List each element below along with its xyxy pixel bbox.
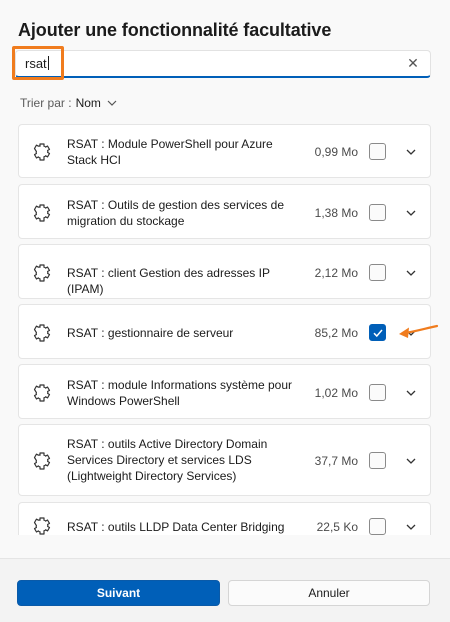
feature-label: RSAT : outils LLDP Data Center Bridging xyxy=(67,520,285,534)
feature-size: 1,02 Mo xyxy=(314,386,358,400)
feature-checkbox-checked[interactable] xyxy=(369,324,386,341)
close-icon[interactable]: ✕ xyxy=(405,54,421,72)
feature-label: RSAT : outils Active Directory Domain Se… xyxy=(67,437,268,483)
feature-label: RSAT : gestionnaire de serveur xyxy=(67,326,234,340)
feature-item[interactable]: RSAT : outils LLDP Data Center Bridging … xyxy=(18,502,431,535)
feature-checkbox[interactable] xyxy=(369,452,386,469)
feature-size: 85,2 Mo xyxy=(314,326,358,340)
feature-checkbox[interactable] xyxy=(369,264,386,281)
feature-label: RSAT : client Gestion des adresses IP (I… xyxy=(67,266,270,296)
feature-label: RSAT : Module PowerShell pour Azure Stac… xyxy=(67,137,273,167)
feature-item[interactable]: RSAT : Module PowerShell pour Azure Stac… xyxy=(18,124,431,178)
cancel-button[interactable]: Annuler xyxy=(228,580,430,606)
text-caret xyxy=(47,56,49,70)
feature-size: 37,7 Mo xyxy=(314,454,358,468)
chevron-down-icon[interactable] xyxy=(404,266,418,280)
feature-size: 0,99 Mo xyxy=(314,145,358,159)
chevron-down-icon[interactable] xyxy=(404,520,418,534)
feature-size: 22,5 Ko xyxy=(316,520,358,534)
optional-features-dialog: Ajouter une fonctionnalité facultative r… xyxy=(0,0,450,622)
feature-label: RSAT : Outils de gestion des services de… xyxy=(67,198,284,228)
chevron-down-icon[interactable] xyxy=(404,206,418,220)
dialog-footer: Suivant Annuler xyxy=(0,558,450,622)
chevron-down-icon[interactable] xyxy=(404,326,418,340)
feature-item[interactable]: RSAT : module Informations système pour … xyxy=(18,364,431,419)
puzzle-gear-icon xyxy=(33,143,51,161)
dialog-title: Ajouter une fonctionnalité facultative xyxy=(18,20,332,40)
puzzle-gear-icon xyxy=(33,204,51,222)
puzzle-gear-icon xyxy=(33,452,51,470)
search-field[interactable]: rsat ✕ xyxy=(15,50,431,78)
feature-item[interactable]: RSAT : outils Active Directory Domain Se… xyxy=(18,424,431,496)
feature-item[interactable]: RSAT : Outils de gestion des services de… xyxy=(18,184,431,239)
feature-checkbox[interactable] xyxy=(369,384,386,401)
puzzle-gear-icon xyxy=(33,324,51,342)
sort-value: Nom xyxy=(75,96,101,110)
puzzle-gear-icon xyxy=(33,384,51,402)
sort-label: Trier par : xyxy=(20,96,72,110)
search-input-value: rsat xyxy=(25,56,47,71)
feature-size: 2,12 Mo xyxy=(314,266,358,280)
chevron-down-icon[interactable] xyxy=(404,454,418,468)
feature-size: 1,38 Mo xyxy=(314,206,358,220)
sort-control[interactable]: Trier par : Nom xyxy=(20,96,119,110)
feature-item[interactable]: RSAT : gestionnaire de serveur 85,2 Mo xyxy=(18,304,431,359)
feature-checkbox[interactable] xyxy=(369,143,386,160)
feature-checkbox[interactable] xyxy=(369,204,386,221)
feature-checkbox[interactable] xyxy=(369,518,386,535)
next-button[interactable]: Suivant xyxy=(17,580,220,606)
chevron-down-icon xyxy=(107,100,117,106)
puzzle-gear-icon xyxy=(33,517,51,535)
puzzle-gear-icon xyxy=(33,264,51,282)
feature-list[interactable]: RSAT : Module PowerShell pour Azure Stac… xyxy=(18,120,431,535)
feature-label: RSAT : module Informations système pour … xyxy=(67,378,292,408)
feature-item[interactable]: RSAT : client Gestion des adresses IP (I… xyxy=(18,244,431,299)
checkmark-icon xyxy=(373,329,383,338)
chevron-down-icon[interactable] xyxy=(404,145,418,159)
chevron-down-icon[interactable] xyxy=(404,386,418,400)
